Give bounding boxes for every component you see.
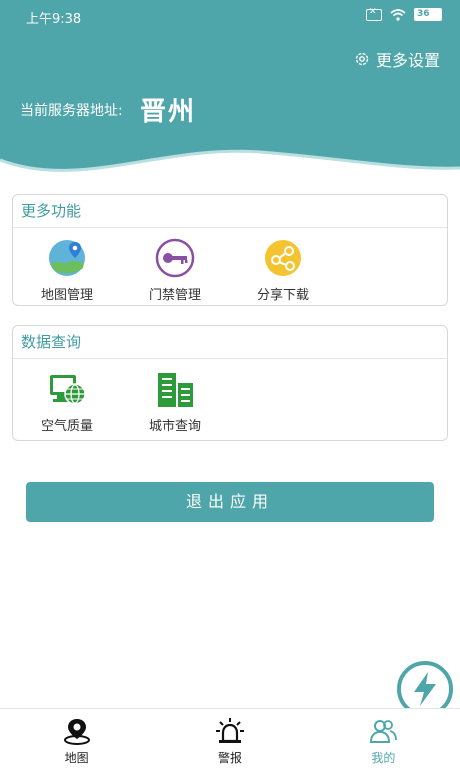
item-label: 地图管理 (40, 288, 93, 303)
header-wave (0, 149, 460, 190)
key-icon (155, 238, 195, 278)
nav-mine[interactable]: 我的 (307, 709, 460, 768)
data-query-items: 空气质量 城市查询 (13, 359, 447, 435)
exit-app-button[interactable]: 退出应用 (26, 482, 434, 522)
status-icons: 36 (366, 7, 442, 21)
users-icon (370, 720, 398, 743)
server-address-value: 晋州 (140, 97, 197, 127)
wifi-icon (390, 8, 406, 21)
card-title: 数据查询 (13, 326, 447, 359)
more-settings-label: 更多设置 (375, 51, 440, 70)
server-address-label: 当前服务器地址: (20, 103, 123, 119)
alarm-icon (215, 718, 244, 743)
share-icon (265, 240, 301, 276)
nav-label: 我的 (371, 751, 396, 765)
item-label: 空气质量 (40, 419, 93, 434)
nav-label: 地图 (64, 751, 89, 765)
data-query-card: 数据查询 空气质量 城市查询 (12, 325, 448, 441)
battery-level: 36 (417, 9, 430, 19)
sim-icon (366, 7, 382, 21)
more-functions-card: 更多功能 地图管理 门禁管理 分享下载 (12, 194, 448, 306)
nav-map[interactable]: 地图 (0, 709, 153, 768)
card-title: 更多功能 (13, 195, 447, 228)
city-query-item[interactable]: 城市查询 (121, 365, 229, 435)
nav-label: 警报 (217, 751, 242, 765)
nav-alarm[interactable]: 警报 (153, 709, 306, 768)
access-control-item[interactable]: 门禁管理 (121, 234, 229, 304)
item-label: 分享下载 (256, 288, 309, 303)
map-icon (49, 240, 85, 276)
share-download-item[interactable]: 分享下载 (229, 234, 337, 304)
location-icon (63, 719, 90, 745)
item-label: 城市查询 (148, 419, 201, 434)
item-label: 门禁管理 (148, 288, 201, 303)
gear-icon (355, 52, 369, 66)
air-quality-item[interactable]: 空气质量 (13, 365, 121, 435)
bottom-nav: 地图 警报 我的 (0, 708, 460, 768)
more-functions-items: 地图管理 门禁管理 分享下载 (13, 228, 447, 304)
battery-icon: 36 (414, 8, 442, 21)
more-settings-button[interactable]: 更多设置 (354, 47, 440, 71)
monitor-globe-icon (50, 375, 86, 405)
buildings-icon (158, 373, 193, 407)
map-management-item[interactable]: 地图管理 (13, 234, 121, 304)
status-bar: 上午9:38 36 (0, 0, 460, 32)
status-time: 上午9:38 (26, 12, 82, 27)
